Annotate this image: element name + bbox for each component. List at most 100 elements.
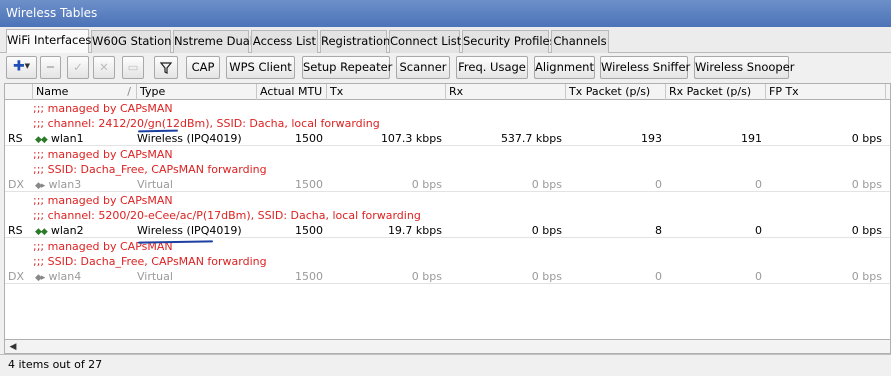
col-tx[interactable]: Tx <box>327 84 446 100</box>
row-comment: ;;; managed by CAPsMAN <box>33 194 173 207</box>
filter-icon <box>159 62 173 74</box>
window-title: Wireless Tables <box>0 0 891 27</box>
row-rx-packet: 0 <box>755 270 762 283</box>
row-fp-tx: 0 bps <box>851 270 882 283</box>
row-flags: DX <box>8 270 25 283</box>
check-icon: ✓ <box>73 60 83 74</box>
wireless-interface-icon: ◆▸ <box>35 181 46 191</box>
remove-button[interactable]: ━ <box>40 56 61 79</box>
row-mtu: 1500 <box>295 224 323 237</box>
col-type[interactable]: Type <box>137 84 257 100</box>
table-row[interactable]: RS ◆◆ wlan1 Wireless (IPQ4019) 1500 107.3 kbp… <box>5 131 890 146</box>
setup-repeater-button[interactable]: Setup Repeater <box>302 56 392 79</box>
col-rx[interactable]: Rx <box>446 84 566 100</box>
interface-name: wlan3 <box>48 178 82 191</box>
wps-client-button[interactable]: WPS Client <box>226 56 295 79</box>
row-mtu: 1500 <box>295 178 323 191</box>
comment-row[interactable]: ;;; SSID: Dacha_Free, CAPsMAN forwarding <box>5 254 890 269</box>
table-row[interactable]: DX ◆▸ wlan3 Virtual 1500 0 bps 0 bps 0 0 0 bps <box>5 177 890 192</box>
col-fp-tx[interactable]: FP Tx <box>766 84 886 100</box>
row-rx: 0 bps <box>531 224 562 237</box>
tab-access-list[interactable]: Access List <box>251 30 318 53</box>
add-button[interactable]: ✚▼ <box>6 56 37 79</box>
disable-button[interactable]: ✕ <box>93 56 115 79</box>
tab-connect-list[interactable]: Connect List <box>389 30 461 53</box>
tab-wifi-interfaces[interactable]: WiFi Interfaces <box>6 29 91 53</box>
status-text: 4 items out of 27 <box>8 358 103 371</box>
row-flags: DX <box>8 178 25 191</box>
col-flags[interactable] <box>5 84 33 100</box>
row-comment: ;;; channel: 2412/20/gn(12dBm), SSID: Da… <box>33 117 380 130</box>
wireless-interface-icon: ◆◆ <box>35 135 48 145</box>
wireless-interface-icon: ◆▸ <box>35 273 46 283</box>
col-actual-mtu[interactable]: Actual MTU <box>257 84 327 100</box>
freq-usage-button[interactable]: Freq. Usage <box>456 56 528 79</box>
row-name: ◆▸ wlan4 <box>35 269 135 284</box>
row-fp-tx: 0 bps <box>851 178 882 191</box>
row-type: Wireless (IPQ4019) <box>137 132 242 145</box>
comment-icon: ▭ <box>127 60 139 74</box>
row-flags: RS <box>8 132 23 145</box>
row-rx: 0 bps <box>531 178 562 191</box>
row-tx-packet: 0 <box>655 178 662 191</box>
row-tx-packet: 0 <box>655 270 662 283</box>
table-row[interactable]: DX ◆▸ wlan4 Virtual 1500 0 bps 0 bps 0 0 0 bps <box>5 269 890 284</box>
sort-indicator-icon: / <box>127 85 131 98</box>
row-fp-tx: 0 bps <box>851 132 882 145</box>
tab-security-profiles[interactable]: Security Profiles <box>462 30 556 53</box>
col-rx-packet[interactable]: Rx Packet (p/s) <box>666 84 766 100</box>
x-icon: ✕ <box>99 60 109 74</box>
row-mtu: 1500 <box>295 270 323 283</box>
row-name: ◆▸ wlan3 <box>35 177 135 192</box>
interfaces-table: Name / Type Actual MTU Tx Rx Tx Packet (p… <box>4 83 891 340</box>
row-flags: RS <box>8 224 23 237</box>
filter-button[interactable] <box>154 56 178 79</box>
table-row[interactable]: RS ◆◆ wlan2 Wireless (IPQ4019) 1500 19.7 kbps… <box>5 223 890 238</box>
row-comment: ;;; SSID: Dacha_Free, CAPsMAN forwarding <box>33 255 267 268</box>
row-tx: 19.7 kbps <box>387 224 442 237</box>
row-rx-packet: 191 <box>741 132 762 145</box>
comment-row[interactable]: ;;; channel: 2412/20/gn(12dBm), SSID: Da… <box>5 116 890 131</box>
alignment-button[interactable]: Alignment <box>534 56 595 79</box>
row-type: Wireless (IPQ4019) <box>137 224 242 237</box>
comment-row[interactable]: ;;; managed by CAPsMAN <box>5 147 890 162</box>
tab-nstreme-dual[interactable]: Nstreme Dual <box>173 30 253 53</box>
row-tx: 107.3 kbps <box>380 132 442 145</box>
enable-button[interactable]: ✓ <box>67 56 89 79</box>
tab-bar: WiFi Interfaces W60G Station Nstreme Dua… <box>0 27 891 53</box>
interface-name: wlan2 <box>50 224 84 237</box>
row-comment: ;;; channel: 5200/20-eCee/ac/P(17dBm), S… <box>33 209 421 222</box>
scroll-left-icon[interactable]: ◀ <box>7 341 19 353</box>
row-mtu: 1500 <box>295 132 323 145</box>
row-name: ◆◆ wlan1 <box>35 131 135 146</box>
row-rx-packet: 0 <box>755 178 762 191</box>
row-tx: 0 bps <box>411 270 442 283</box>
tab-registration[interactable]: Registration <box>320 30 390 53</box>
row-comment: ;;; SSID: Dacha_Free, CAPsMAN forwarding <box>33 163 267 176</box>
tab-w60g-station[interactable]: W60G Station <box>91 30 171 53</box>
comment-row[interactable]: ;;; managed by CAPsMAN <box>5 101 890 116</box>
row-type: Virtual <box>137 178 173 191</box>
horizontal-scrollbar[interactable]: ◀ <box>4 340 891 354</box>
plus-icon: ✚ <box>12 58 25 75</box>
tab-channels[interactable]: Channels <box>551 30 609 53</box>
wireless-sniffer-button[interactable]: Wireless Sniffer <box>600 56 690 79</box>
row-type: Virtual <box>137 270 173 283</box>
row-rx: 0 bps <box>531 270 562 283</box>
wireless-interface-icon: ◆◆ <box>35 227 48 237</box>
comment-button[interactable]: ▭ <box>122 56 144 79</box>
wireless-snooper-button[interactable]: Wireless Snooper <box>694 56 795 79</box>
minus-icon: ━ <box>47 60 54 74</box>
col-name[interactable]: Name / <box>33 84 137 100</box>
row-rx: 537.7 kbps <box>500 132 562 145</box>
comment-row[interactable]: ;;; SSID: Dacha_Free, CAPsMAN forwarding <box>5 162 890 177</box>
scanner-button[interactable]: Scanner <box>396 56 450 79</box>
col-f[interactable]: F <box>886 84 890 100</box>
col-tx-packet[interactable]: Tx Packet (p/s) <box>566 84 666 100</box>
comment-row[interactable]: ;;; channel: 5200/20-eCee/ac/P(17dBm), S… <box>5 208 890 223</box>
cap-button[interactable]: CAP <box>186 56 220 79</box>
row-rx-packet: 0 <box>755 224 762 237</box>
row-name: ◆◆ wlan2 <box>35 223 135 238</box>
comment-row[interactable]: ;;; managed by CAPsMAN <box>5 193 890 208</box>
row-tx-packet: 8 <box>655 224 662 237</box>
